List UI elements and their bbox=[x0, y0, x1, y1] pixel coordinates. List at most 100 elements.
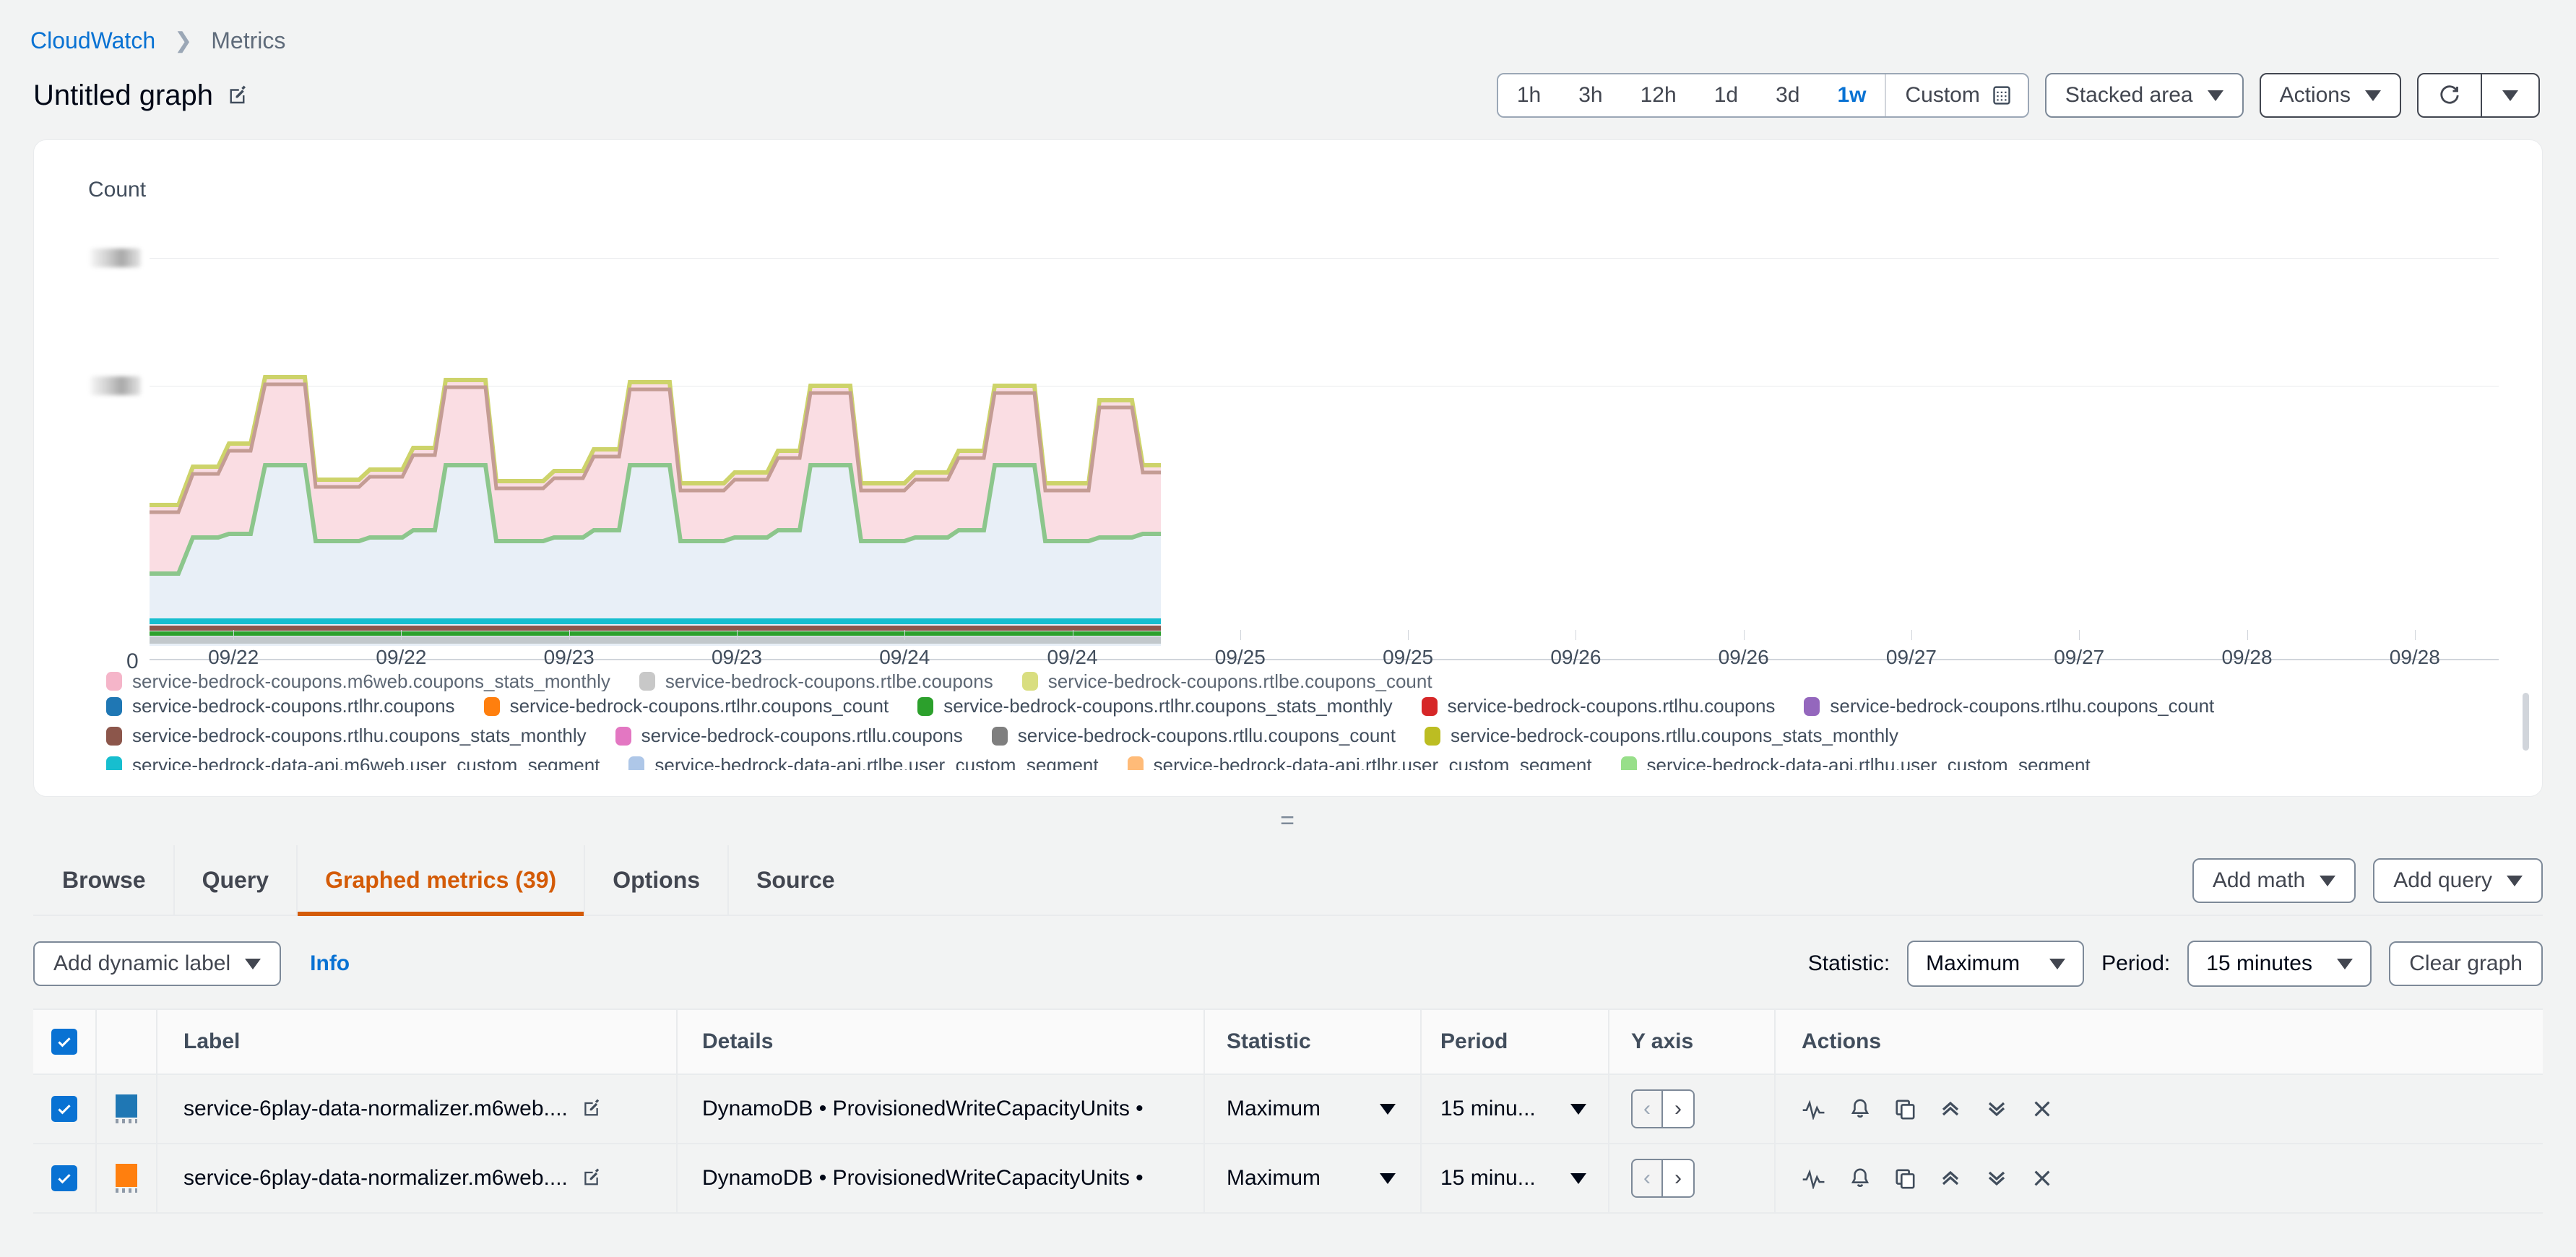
legend-item[interactable]: service-bedrock-data-api.rtlhu.user_cust… bbox=[1620, 754, 2091, 770]
tab-graphed-metrics[interactable]: Graphed metrics (39) bbox=[296, 845, 584, 916]
edit-pencil-icon[interactable] bbox=[582, 1098, 602, 1120]
row-details-cell[interactable]: DynamoDB • ProvisionedWriteCapacityUnits… bbox=[676, 1075, 1203, 1143]
legend-item[interactable]: service-bedrock-coupons.rtlhu.coupons_st… bbox=[106, 725, 587, 747]
column-header-label: Label bbox=[183, 1029, 241, 1053]
graph-type-dropdown[interactable]: Stacked area bbox=[2044, 73, 2244, 118]
panel-splitter[interactable]: = bbox=[0, 807, 2576, 835]
row-checkbox[interactable] bbox=[51, 1096, 77, 1122]
period-select[interactable]: 15 minutes bbox=[2187, 941, 2372, 987]
statistic-select[interactable]: Maximum bbox=[1907, 941, 2085, 987]
x-tick: 09/24 bbox=[821, 630, 988, 669]
legend-label: service-bedrock-coupons.rtlhu.coupons_co… bbox=[1830, 695, 2215, 717]
legend-item[interactable]: service-bedrock-coupons.rtlbe.coupons bbox=[639, 671, 993, 691]
yaxis-left-button[interactable]: ‹ bbox=[1631, 1089, 1663, 1128]
y-tick-zero: 0 bbox=[126, 649, 139, 673]
x-tick: 09/28 bbox=[2163, 630, 2330, 669]
x-tick: 09/25 bbox=[1324, 630, 1492, 669]
tab-options[interactable]: Options bbox=[584, 845, 727, 915]
remove-icon[interactable] bbox=[2031, 1167, 2053, 1189]
time-range-3d[interactable]: 3d bbox=[1757, 74, 1819, 116]
table-row[interactable]: service-6play-data-normalizer.m6web.... … bbox=[33, 1144, 2543, 1214]
graph-toolbar: 1h 3h 12h 1d 3d 1w Custom Stacked area A… bbox=[1496, 73, 2540, 118]
row-color-cell[interactable] bbox=[95, 1144, 156, 1212]
series-color-swatch bbox=[116, 1164, 137, 1193]
legend-item[interactable]: service-bedrock-data-api.m6web.user_cust… bbox=[106, 754, 600, 770]
row-checkbox[interactable] bbox=[51, 1165, 77, 1191]
tab-source[interactable]: Source bbox=[727, 845, 862, 915]
time-range-1d[interactable]: 1d bbox=[1695, 74, 1758, 116]
tab-query[interactable]: Query bbox=[173, 845, 296, 915]
select-all-checkbox[interactable] bbox=[51, 1029, 77, 1055]
time-range-3h[interactable]: 3h bbox=[1560, 74, 1622, 116]
yaxis-right-button[interactable]: › bbox=[1663, 1159, 1695, 1198]
move-down-icon[interactable] bbox=[1985, 1167, 2008, 1190]
table-row[interactable]: service-6play-data-normalizer.m6web.... … bbox=[33, 1075, 2543, 1144]
add-math-dropdown[interactable]: Add math bbox=[2192, 858, 2356, 903]
time-range-1w[interactable]: 1w bbox=[1818, 74, 1885, 116]
chevron-down-icon[interactable] bbox=[1570, 1103, 1586, 1115]
clear-graph-button[interactable]: Clear graph bbox=[2389, 941, 2543, 986]
legend-item[interactable]: service-bedrock-coupons.rtllu.coupons_st… bbox=[1424, 725, 1898, 747]
legend-item[interactable]: service-bedrock-coupons.rtlhu.coupons bbox=[1421, 695, 1775, 717]
graphed-metrics-controls: Add dynamic label Info Statistic: Maximu… bbox=[33, 941, 2543, 987]
y-tick-redacted-mid bbox=[90, 376, 141, 395]
duplicate-icon[interactable] bbox=[1894, 1167, 1916, 1190]
details-column-header: Details bbox=[676, 1010, 1203, 1074]
legend-item[interactable]: service-bedrock-coupons.m6web.coupons_st… bbox=[106, 671, 610, 691]
legend-item[interactable]: service-bedrock-coupons.rtllu.coupons bbox=[615, 725, 963, 747]
edit-pencil-icon[interactable] bbox=[228, 85, 248, 106]
info-link[interactable]: Info bbox=[310, 951, 350, 976]
refresh-button[interactable] bbox=[2419, 74, 2481, 116]
chevron-down-icon[interactable] bbox=[1380, 1172, 1396, 1184]
stacked-area-chart[interactable] bbox=[150, 357, 1161, 646]
anomaly-detection-icon[interactable] bbox=[1802, 1167, 1826, 1189]
row-statistic-cell[interactable]: Maximum bbox=[1203, 1075, 1420, 1143]
breadcrumb-link-cloudwatch[interactable]: CloudWatch bbox=[30, 27, 155, 54]
legend-label: service-bedrock-data-api.m6web.user_cust… bbox=[132, 754, 600, 770]
legend-item[interactable]: service-bedrock-coupons.rtlbe.coupons_co… bbox=[1021, 671, 1432, 691]
row-color-cell[interactable] bbox=[95, 1075, 156, 1143]
row-details-cell[interactable]: DynamoDB • ProvisionedWriteCapacityUnits… bbox=[676, 1144, 1203, 1212]
chevron-down-icon[interactable] bbox=[1570, 1172, 1586, 1184]
time-range-12h[interactable]: 12h bbox=[1621, 74, 1695, 116]
move-up-icon[interactable] bbox=[1939, 1097, 1962, 1120]
yaxis-left-button[interactable]: ‹ bbox=[1631, 1159, 1663, 1198]
legend-item[interactable]: service-bedrock-data-api.rtlbe.user_cust… bbox=[628, 754, 1099, 770]
legend-item[interactable]: service-bedrock-coupons.rtlhr.coupons_st… bbox=[917, 695, 1393, 717]
edit-pencil-icon[interactable] bbox=[582, 1167, 602, 1189]
legend-item[interactable]: service-bedrock-coupons.rtlhr.coupons bbox=[106, 695, 455, 717]
legend-scrollbar[interactable] bbox=[2523, 693, 2529, 751]
duplicate-icon[interactable] bbox=[1894, 1097, 1916, 1120]
anomaly-detection-icon[interactable] bbox=[1802, 1098, 1826, 1120]
remove-icon[interactable] bbox=[2031, 1098, 2053, 1120]
row-period-cell[interactable]: 15 minu... bbox=[1420, 1144, 1608, 1212]
breadcrumb: CloudWatch ❯ Metrics bbox=[0, 0, 2576, 54]
move-down-icon[interactable] bbox=[1985, 1097, 2008, 1120]
row-select-cell bbox=[33, 1096, 95, 1122]
y-tick-redacted-top bbox=[90, 249, 141, 267]
legend-item[interactable]: service-bedrock-coupons.rtlhr.coupons_co… bbox=[483, 695, 889, 717]
legend-label: service-bedrock-coupons.rtlhr.coupons_st… bbox=[943, 695, 1393, 717]
alarm-bell-icon[interactable] bbox=[1849, 1097, 1871, 1120]
column-header-actions: Actions bbox=[1802, 1029, 1882, 1053]
add-query-dropdown[interactable]: Add query bbox=[2373, 858, 2543, 903]
move-up-icon[interactable] bbox=[1939, 1167, 1962, 1190]
column-header-statistic: Statistic bbox=[1227, 1029, 1311, 1053]
actions-dropdown[interactable]: Actions bbox=[2259, 73, 2401, 118]
tab-browse[interactable]: Browse bbox=[33, 845, 173, 915]
time-range-1h[interactable]: 1h bbox=[1497, 74, 1560, 116]
yaxis-right-button[interactable]: › bbox=[1663, 1089, 1695, 1128]
row-period-cell[interactable]: 15 minu... bbox=[1420, 1075, 1608, 1143]
refresh-interval-dropdown[interactable] bbox=[2482, 74, 2538, 116]
legend-item[interactable]: service-bedrock-coupons.rtlhu.coupons_co… bbox=[1804, 695, 2214, 717]
chevron-down-icon[interactable] bbox=[1380, 1103, 1396, 1115]
legend-item[interactable]: service-bedrock-coupons.rtllu.coupons_co… bbox=[991, 725, 1396, 747]
legend-item[interactable]: service-bedrock-data-api.rtlhr.user_cust… bbox=[1127, 754, 1592, 770]
table-header-row: Label Details Statistic Period Y axis Ac… bbox=[33, 1008, 2543, 1075]
row-statistic-cell[interactable]: Maximum bbox=[1203, 1144, 1420, 1212]
add-dynamic-label-dropdown[interactable]: Add dynamic label bbox=[33, 941, 282, 986]
alarm-bell-icon[interactable] bbox=[1849, 1167, 1871, 1190]
legend-row-partial: service-bedrock-coupons.m6web.coupons_st… bbox=[106, 671, 2484, 691]
yaxis-toggle-group: ‹ › bbox=[1631, 1089, 1695, 1128]
custom-time-range-button[interactable]: Custom bbox=[1886, 74, 2028, 116]
